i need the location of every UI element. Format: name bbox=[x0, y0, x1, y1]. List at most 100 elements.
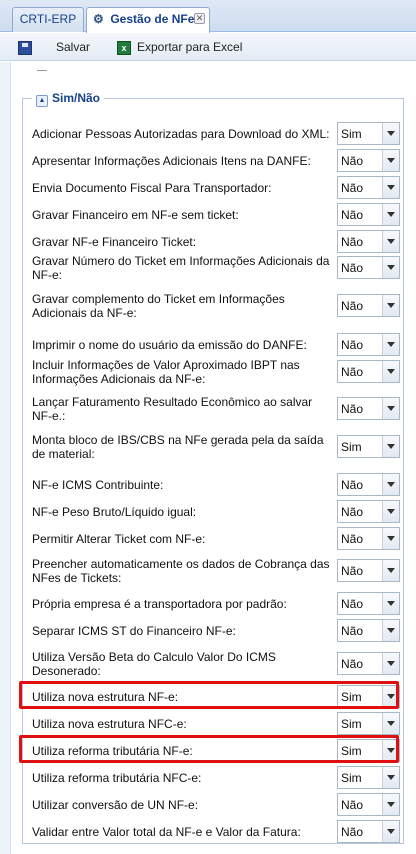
setting-label: Gravar NF-e Financeiro Ticket: bbox=[32, 235, 197, 249]
setting-select[interactable]: Não bbox=[337, 294, 400, 317]
chevron-down-icon[interactable] bbox=[382, 231, 399, 252]
tab-gestao-nfe[interactable]: ⚙ Gestão de NFe ✕ bbox=[86, 7, 210, 33]
setting-label: Gravar Número do Ticket em Informações A… bbox=[32, 254, 330, 282]
chevron-down-icon[interactable] bbox=[382, 767, 399, 788]
setting-select[interactable]: Sim bbox=[337, 712, 400, 735]
setting-value: Não bbox=[341, 235, 364, 249]
chevron-down-icon[interactable] bbox=[382, 821, 399, 842]
setting-select[interactable]: Não bbox=[337, 500, 400, 523]
chevron-down-icon[interactable] bbox=[382, 436, 399, 457]
tab-label: CRTI-ERP bbox=[19, 12, 77, 26]
setting-value: Não bbox=[341, 624, 364, 638]
setting-value: Não bbox=[341, 154, 364, 168]
gear-icon: ⚙ bbox=[93, 12, 104, 26]
chevron-down-icon[interactable] bbox=[382, 361, 399, 382]
chevron-down-icon[interactable] bbox=[382, 560, 399, 581]
setting-label: Adicionar Pessoas Autorizadas para Downl… bbox=[32, 127, 330, 141]
setting-value: Não bbox=[341, 564, 364, 578]
setting-label: Incluir Informações de Valor Aproximado … bbox=[32, 358, 300, 386]
tab-bar: CRTI-ERP ⚙ Gestão de NFe ✕ bbox=[0, 0, 416, 33]
chevron-down-icon[interactable] bbox=[382, 593, 399, 614]
setting-value: Não bbox=[341, 208, 364, 222]
setting-value: Sim bbox=[341, 771, 362, 785]
chevron-down-icon[interactable] bbox=[382, 620, 399, 641]
tab-crti-erp[interactable]: CRTI-ERP bbox=[12, 7, 84, 32]
chevron-down-icon[interactable] bbox=[382, 150, 399, 171]
setting-select[interactable]: Não bbox=[337, 527, 400, 550]
collapse-icon[interactable]: ▲ bbox=[36, 95, 48, 107]
setting-select[interactable]: Não bbox=[337, 149, 400, 172]
setting-label: Imprimir o nome do usuário da emissão do… bbox=[32, 338, 307, 352]
setting-value: Não bbox=[341, 505, 364, 519]
setting-value: Sim bbox=[341, 744, 362, 758]
setting-value: Não bbox=[341, 338, 364, 352]
setting-select[interactable]: Não bbox=[337, 176, 400, 199]
setting-select[interactable]: Sim bbox=[337, 766, 400, 789]
setting-value: Não bbox=[341, 299, 364, 313]
setting-value: Não bbox=[341, 532, 364, 546]
save-button[interactable]: Salvar bbox=[18, 39, 90, 57]
setting-label: Envia Documento Fiscal Para Transportado… bbox=[32, 181, 272, 195]
chevron-down-icon[interactable] bbox=[382, 653, 399, 674]
setting-label: Gravar complemento do Ticket em Informaç… bbox=[32, 292, 285, 320]
setting-label: Utiliza nova estrutura NF-e: bbox=[32, 690, 179, 704]
setting-label: Permitir Alterar Ticket com NF-e: bbox=[32, 532, 206, 546]
chevron-down-icon[interactable] bbox=[382, 204, 399, 225]
chevron-down-icon[interactable] bbox=[382, 334, 399, 355]
setting-select[interactable]: Não bbox=[337, 619, 400, 642]
section-legend[interactable]: ▲ Sim/Não bbox=[32, 90, 105, 107]
setting-label: Lançar Faturamento Resultado Econômico a… bbox=[32, 395, 313, 423]
tab-label: Gestão de NFe bbox=[110, 12, 195, 26]
setting-value: Não bbox=[341, 365, 364, 379]
setting-select[interactable]: Não bbox=[337, 333, 400, 356]
chevron-down-icon[interactable] bbox=[382, 713, 399, 734]
chevron-down-icon[interactable] bbox=[382, 123, 399, 144]
setting-select[interactable]: Não bbox=[337, 793, 400, 816]
section-title: Sim/Não bbox=[52, 91, 101, 105]
chevron-down-icon[interactable] bbox=[382, 528, 399, 549]
left-border bbox=[0, 62, 11, 854]
setting-value: Não bbox=[341, 798, 364, 812]
setting-label: Monta bloco de IBS/CBS na NFe gerada pel… bbox=[32, 433, 324, 461]
chevron-down-icon[interactable] bbox=[382, 794, 399, 815]
setting-value: Não bbox=[341, 478, 364, 492]
setting-label: Utiliza Versão Beta do Calculo Valor Do … bbox=[32, 650, 276, 678]
setting-select[interactable]: Não bbox=[337, 256, 400, 279]
chevron-down-icon[interactable] bbox=[382, 740, 399, 761]
setting-label: Utiliza reforma tributária NFC-e: bbox=[32, 771, 202, 785]
divider bbox=[37, 70, 47, 71]
setting-select[interactable]: Não bbox=[337, 230, 400, 253]
setting-select[interactable]: Não bbox=[337, 592, 400, 615]
chevron-down-icon[interactable] bbox=[382, 257, 399, 278]
setting-value: Sim bbox=[341, 127, 362, 141]
setting-select[interactable]: Não bbox=[337, 820, 400, 843]
setting-label: NF-e ICMS Contribuinte: bbox=[32, 478, 164, 492]
setting-select[interactable]: Não bbox=[337, 652, 400, 675]
chevron-down-icon[interactable] bbox=[382, 686, 399, 707]
setting-select[interactable]: Não bbox=[337, 559, 400, 582]
setting-select[interactable]: Sim bbox=[337, 122, 400, 145]
export-excel-button[interactable]: x Exportar para Excel bbox=[117, 39, 242, 57]
excel-icon: x bbox=[117, 40, 131, 55]
chevron-down-icon[interactable] bbox=[382, 295, 399, 316]
setting-select[interactable]: Sim bbox=[337, 739, 400, 762]
setting-label: Preencher automaticamente os dados de Co… bbox=[32, 557, 330, 585]
setting-label: Utilizar conversão de UN NF-e: bbox=[32, 798, 199, 812]
setting-select[interactable]: Não bbox=[337, 203, 400, 226]
setting-value: Sim bbox=[341, 717, 362, 731]
chevron-down-icon[interactable] bbox=[382, 501, 399, 522]
setting-select[interactable]: Sim bbox=[337, 685, 400, 708]
setting-label: Própria empresa é a transportadora por p… bbox=[32, 597, 287, 611]
setting-select[interactable]: Não bbox=[337, 397, 400, 420]
setting-select[interactable]: Não bbox=[337, 473, 400, 496]
close-icon[interactable]: ✕ bbox=[194, 13, 205, 24]
setting-value: Não bbox=[341, 657, 364, 671]
chevron-down-icon[interactable] bbox=[382, 474, 399, 495]
setting-value: Não bbox=[341, 261, 364, 275]
setting-value: Sim bbox=[341, 440, 362, 454]
chevron-down-icon[interactable] bbox=[382, 398, 399, 419]
chevron-down-icon[interactable] bbox=[382, 177, 399, 198]
save-label: Salvar bbox=[56, 40, 91, 54]
setting-select[interactable]: Não bbox=[337, 360, 400, 383]
setting-select[interactable]: Sim bbox=[337, 435, 400, 458]
